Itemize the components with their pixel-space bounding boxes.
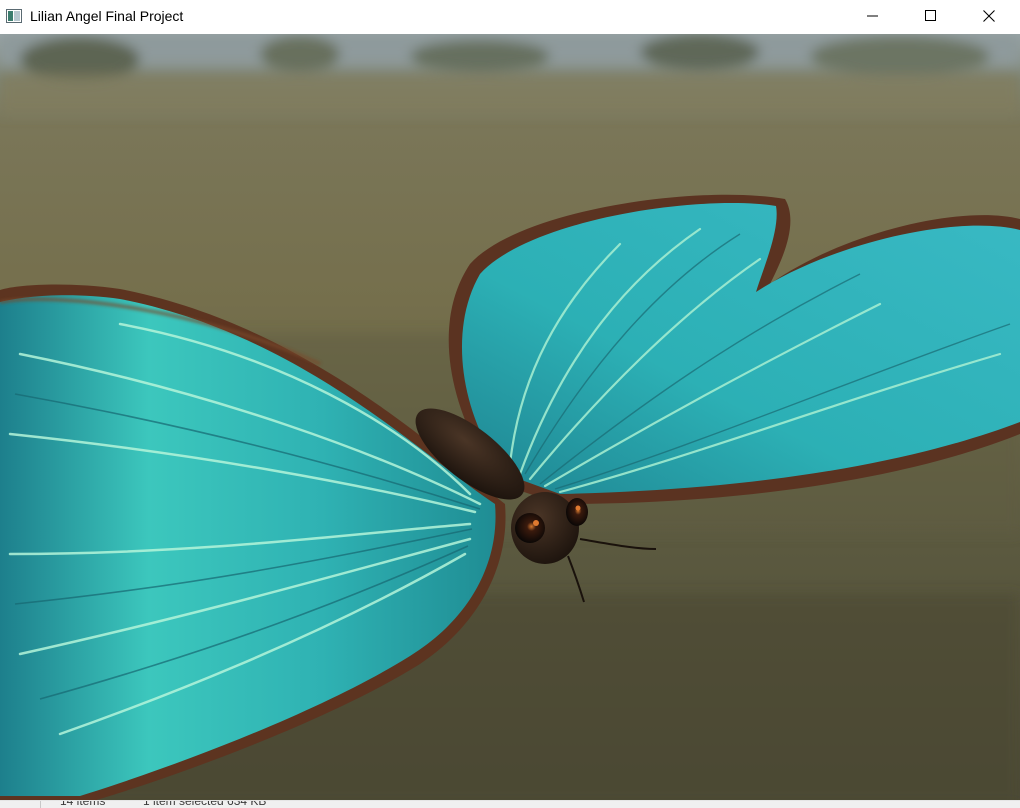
- render-viewport[interactable]: [0, 34, 1020, 802]
- minimize-button[interactable]: [844, 0, 902, 32]
- app-window-icon: [6, 9, 22, 23]
- application-window: Lilian Angel Final Project 14 items 1 it…: [0, 0, 1020, 808]
- background-explorer-statusbar: 14 items 1 item selected 634 KB: [0, 800, 1020, 808]
- title-bar[interactable]: Lilian Angel Final Project: [0, 0, 1020, 34]
- butterfly-scene: [0, 34, 1020, 802]
- minimize-icon: [867, 10, 879, 22]
- close-icon: [983, 10, 995, 22]
- status-item-count: 14 items: [60, 800, 106, 808]
- right-wing: [448, 194, 1020, 504]
- statusbar-divider: [40, 801, 41, 808]
- maximize-icon: [925, 10, 937, 22]
- window-title: Lilian Angel Final Project: [30, 8, 184, 24]
- maximize-button[interactable]: [902, 0, 960, 32]
- close-button[interactable]: [960, 0, 1018, 32]
- status-selection: 1 item selected 634 KB: [143, 800, 267, 808]
